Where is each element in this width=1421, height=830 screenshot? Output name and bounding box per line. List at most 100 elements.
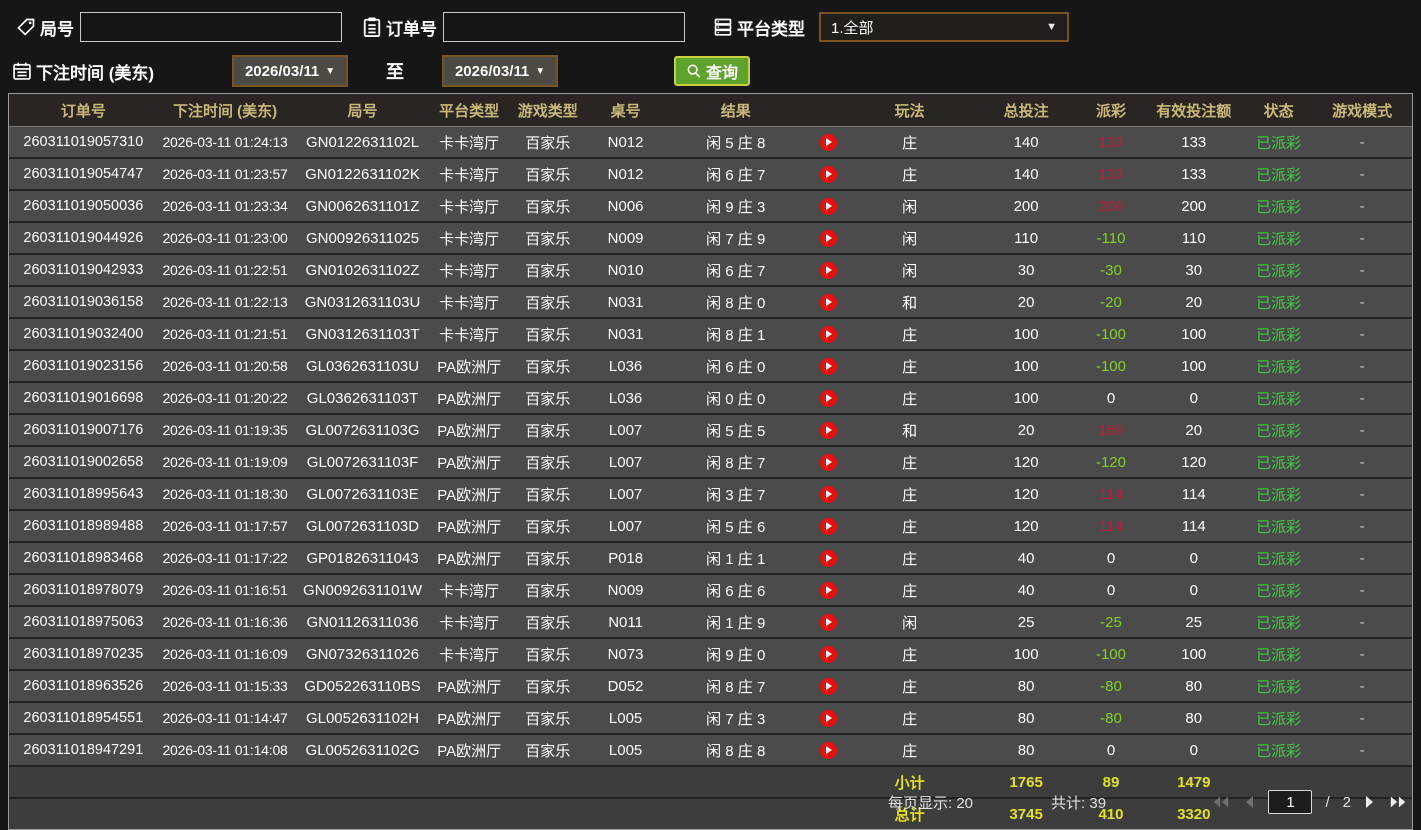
- play-video-icon[interactable]: [819, 389, 837, 407]
- cell-table: N011: [589, 606, 662, 639]
- cell-valid: 20: [1142, 286, 1245, 319]
- cell-round: GL0362631103T: [292, 382, 433, 415]
- cell-table: L007: [589, 446, 662, 479]
- table-body: 260311019057310 2026-03-11 01:24:13 GN0122…: [9, 126, 1412, 767]
- cell-mode: -: [1312, 606, 1412, 639]
- cell-status: 已派彩: [1244, 510, 1313, 543]
- order-number-label: 订单号: [386, 19, 437, 39]
- play-video-icon[interactable]: [819, 229, 837, 247]
- round-number-label: 局号: [40, 19, 74, 39]
- cell-valid: 30: [1142, 254, 1245, 287]
- play-video-icon[interactable]: [819, 549, 837, 567]
- cell-order: 260311019007176: [9, 414, 158, 447]
- play-video-icon[interactable]: [819, 261, 837, 279]
- cell-payout: -100: [1079, 318, 1143, 351]
- cell-platform: PA欧洲厅: [432, 350, 506, 383]
- cell-round: GN0062631101Z: [292, 190, 433, 223]
- cell-order: 260311018978079: [9, 574, 158, 607]
- cell-play: [810, 382, 847, 415]
- page-number-input[interactable]: 1: [1268, 790, 1313, 814]
- cell-round: GN00926311025: [292, 222, 433, 255]
- search-button[interactable]: 查询: [674, 56, 751, 86]
- cell-time: 2026-03-11 01:17:57: [157, 510, 293, 543]
- date-from-value: 2026/03/11: [244, 62, 320, 80]
- cell-platform: PA欧洲厅: [432, 446, 506, 479]
- cell-time: 2026-03-11 01:20:22: [157, 382, 293, 415]
- play-video-icon[interactable]: [819, 421, 837, 439]
- play-video-icon[interactable]: [819, 357, 837, 375]
- cell-status: 已派彩: [1244, 478, 1313, 511]
- date-from-picker[interactable]: 2026/03/11 ▼: [232, 55, 349, 87]
- table-row: 260311019054747 2026-03-11 01:23:57 GN0122…: [9, 158, 1412, 191]
- cell-platform: 卡卡湾厅: [432, 158, 506, 191]
- cell-time: 2026-03-11 01:20:58: [157, 350, 293, 383]
- cell-mode: -: [1312, 670, 1412, 703]
- cell-valid: 133: [1142, 126, 1245, 159]
- order-number-input[interactable]: [443, 12, 685, 42]
- date-to-value: 2026/03/11: [454, 62, 530, 80]
- prev-page-icon[interactable]: [1243, 795, 1255, 809]
- cell-table: N006: [589, 190, 662, 223]
- platform-list-icon: [713, 17, 733, 37]
- cell-play: [810, 478, 847, 511]
- cell-wager: 庄: [846, 382, 973, 415]
- cell-result: 闲 9 庄 0: [661, 638, 811, 671]
- search-button-label: 查询: [706, 65, 739, 82]
- play-video-icon[interactable]: [819, 581, 837, 599]
- table-row: 260311019002658 2026-03-11 01:19:09 GL0072…: [9, 446, 1412, 479]
- last-page-icon[interactable]: [1389, 795, 1407, 809]
- cell-valid: 100: [1142, 638, 1245, 671]
- play-video-icon[interactable]: [819, 485, 837, 503]
- cell-result: 闲 6 庄 7: [661, 158, 811, 191]
- play-video-icon[interactable]: [819, 709, 837, 727]
- cell-table: L005: [589, 734, 662, 767]
- cell-status: 已派彩: [1244, 286, 1313, 319]
- cell-total: 80: [972, 702, 1080, 735]
- cell-table: N031: [589, 318, 662, 351]
- platform-type-select[interactable]: 1.全部 ▼: [819, 12, 1069, 42]
- cell-result: 闲 5 庄 6: [661, 510, 811, 543]
- play-video-icon[interactable]: [819, 165, 837, 183]
- cell-payout: -80: [1079, 702, 1143, 735]
- cell-order: 260311019042933: [9, 254, 158, 287]
- cell-round: GL0072631103E: [292, 478, 433, 511]
- date-to-picker[interactable]: 2026/03/11 ▼: [442, 55, 559, 87]
- cell-mode: -: [1312, 574, 1412, 607]
- cell-wager: 庄: [846, 446, 973, 479]
- round-number-input[interactable]: [80, 12, 342, 42]
- cell-wager: 庄: [846, 734, 973, 767]
- play-video-icon[interactable]: [819, 517, 837, 535]
- play-video-icon[interactable]: [819, 133, 837, 151]
- cell-mode: -: [1312, 510, 1412, 543]
- cell-status: 已派彩: [1244, 574, 1313, 607]
- play-video-icon[interactable]: [819, 197, 837, 215]
- play-video-icon[interactable]: [819, 293, 837, 311]
- play-video-icon[interactable]: [819, 613, 837, 631]
- betting-records-page: 局号 订单号 平台类型 1.全部 ▼ 下注时间 (美东) 2026/03/11 …: [0, 0, 1421, 830]
- play-video-icon[interactable]: [819, 741, 837, 759]
- play-video-icon[interactable]: [819, 453, 837, 471]
- cell-wager: 庄: [846, 574, 973, 607]
- next-page-icon[interactable]: [1364, 795, 1376, 809]
- cell-status: 已派彩: [1244, 446, 1313, 479]
- play-video-icon[interactable]: [819, 677, 837, 695]
- cell-valid: 0: [1142, 734, 1245, 767]
- first-page-icon[interactable]: [1212, 795, 1230, 809]
- table-row: 260311019042933 2026-03-11 01:22:51 GN0102…: [9, 254, 1412, 287]
- total-pages-label: 2: [1342, 793, 1351, 811]
- cell-mode: -: [1312, 350, 1412, 383]
- cell-mode: -: [1312, 254, 1412, 287]
- cell-result: 闲 6 庄 6: [661, 574, 811, 607]
- play-video-icon[interactable]: [819, 325, 837, 343]
- filter-toolbar: 局号 订单号 平台类型 1.全部 ▼ 下注时间 (美东) 2026/03/11 …: [0, 0, 1421, 92]
- cell-time: 2026-03-11 01:23:00: [157, 222, 293, 255]
- cell-time: 2026-03-11 01:15:33: [157, 670, 293, 703]
- column-header-3: 平台类型: [432, 94, 506, 127]
- cell-wager: 庄: [846, 350, 973, 383]
- table-row: 260311018975063 2026-03-11 01:16:36 GN0112…: [9, 606, 1412, 639]
- table-row: 260311018963526 2026-03-11 01:15:33 GD0522…: [9, 670, 1412, 703]
- cell-game: 百家乐: [505, 222, 590, 255]
- cell-game: 百家乐: [505, 286, 590, 319]
- play-video-icon[interactable]: [819, 645, 837, 663]
- header-row: 订单号 下注时间 (美东) 局号 平台类型 游戏类型 桌号 结果 玩法 总投注 派彩 有效投注额 状态…: [9, 94, 1412, 127]
